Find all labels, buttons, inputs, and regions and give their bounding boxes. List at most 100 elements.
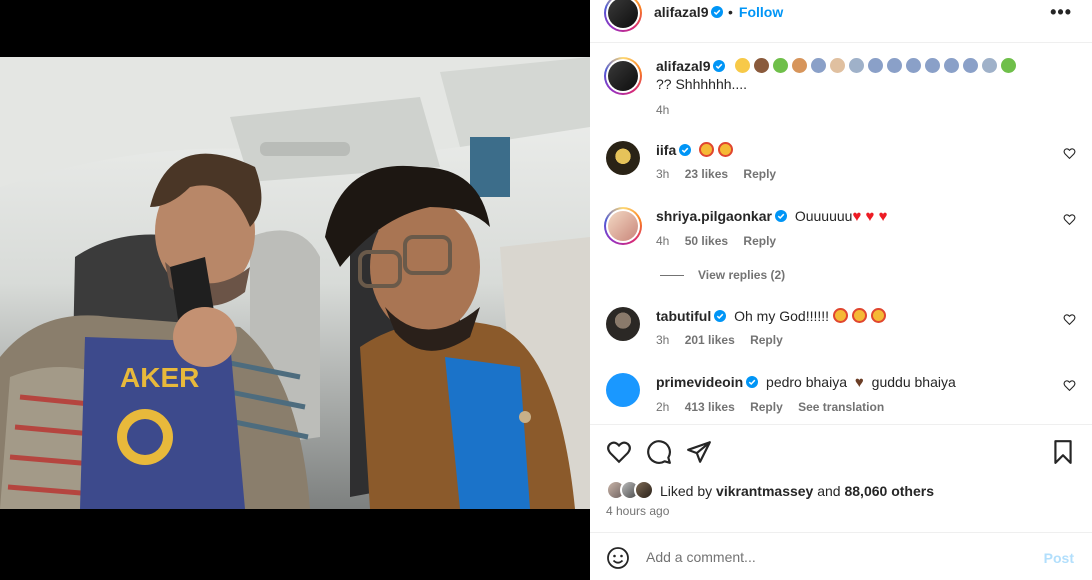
likes-summary: Liked by vikrantmassey and 88,060 others bbox=[606, 480, 1076, 502]
comment-text: iifa bbox=[656, 141, 1046, 159]
caption-meta: 4h bbox=[656, 103, 1046, 117]
comment-username[interactable]: shriya.pilgaonkar bbox=[656, 208, 772, 224]
comment-meta: 3h 201 likes Reply bbox=[656, 333, 1046, 347]
comment-meta: 2h 413 likes Reply See translation bbox=[656, 400, 1046, 414]
reply-button[interactable]: Reply bbox=[750, 400, 783, 414]
comment-bubble-icon[interactable] bbox=[646, 439, 672, 465]
like-heart-icon[interactable] bbox=[1063, 147, 1076, 160]
media-pane: AKER bbox=[0, 0, 590, 580]
timestamp[interactable]: 2h bbox=[656, 400, 669, 414]
timestamp[interactable]: 4h bbox=[656, 103, 669, 117]
likes-count[interactable]: 88,060 others bbox=[844, 483, 934, 499]
like-heart-icon[interactable] bbox=[1063, 313, 1076, 326]
posted-timestamp[interactable]: 4 hours ago bbox=[606, 504, 669, 518]
comments-list[interactable]: alifazal9 ?? Shhhhhh.... 4h iifa 3h 23 l… bbox=[590, 43, 1092, 425]
comment-meta: 4h 50 likes Reply bbox=[656, 234, 1046, 248]
rocket-emoji-icon bbox=[906, 58, 922, 73]
liked-by-text: Liked by vikrantmassey and 88,060 others bbox=[660, 483, 934, 499]
view-replies-line bbox=[660, 275, 684, 277]
comment-likes[interactable]: 413 likes bbox=[685, 400, 735, 414]
avatar[interactable] bbox=[606, 373, 640, 407]
liker-avatars[interactable] bbox=[606, 480, 660, 500]
action-bar bbox=[590, 433, 1092, 473]
star-struck-emoji-icon bbox=[832, 308, 890, 324]
comment-text: primevideoin pedro bhaiya ♥ guddu bhaiya bbox=[656, 373, 1046, 392]
avatar[interactable] bbox=[608, 61, 638, 91]
like-heart-icon[interactable] bbox=[1063, 379, 1076, 392]
emoji-picker-icon[interactable] bbox=[606, 546, 630, 570]
liked-by-and: and bbox=[817, 483, 841, 499]
rocket-emoji-icon bbox=[944, 58, 960, 73]
smile-emoji-icon bbox=[735, 58, 751, 73]
red-heart-emoji-icon: ♥ ♥ ♥ bbox=[852, 208, 888, 225]
share-send-icon[interactable] bbox=[686, 439, 712, 465]
rocket-emoji-icon bbox=[868, 58, 884, 73]
person-emoji-icon bbox=[792, 58, 808, 73]
comment-username[interactable]: iifa bbox=[656, 142, 676, 158]
brown-heart-emoji-icon: ♥ bbox=[854, 374, 864, 391]
comment-body: Ouuuuuu bbox=[794, 208, 853, 224]
timestamp[interactable]: 3h bbox=[656, 167, 669, 181]
timestamp[interactable]: 3h bbox=[656, 333, 669, 347]
view-replies-button[interactable]: View replies (2) bbox=[660, 268, 785, 282]
post-comment-button[interactable]: Post bbox=[1044, 550, 1074, 566]
author-avatar-ring[interactable] bbox=[604, 0, 642, 32]
caption-emoji-row bbox=[735, 58, 1020, 74]
comment-body: pedro bhaiya bbox=[766, 374, 847, 390]
caption-avatar-ring[interactable] bbox=[604, 57, 642, 95]
liked-by-prefix: Liked by bbox=[660, 483, 713, 499]
post-header: alifazal9 • Follow ••• bbox=[590, 0, 1092, 43]
caption-text: alifazal9 bbox=[656, 57, 1046, 75]
verified-badge-icon bbox=[679, 144, 692, 156]
comment-username[interactable]: primevideoin bbox=[656, 374, 743, 390]
caption-text-tail: ?? Shhhhhh.... bbox=[656, 76, 748, 92]
like-heart-icon[interactable] bbox=[1063, 213, 1076, 226]
verified-badge-icon bbox=[713, 60, 726, 72]
cross-emoji-icon bbox=[849, 58, 865, 73]
author-username[interactable]: alifazal9 bbox=[654, 4, 724, 20]
rocket-emoji-icon bbox=[887, 58, 903, 73]
add-comment-bar: Post bbox=[590, 532, 1092, 580]
comment-meta: 3h 23 likes Reply bbox=[656, 167, 1046, 181]
post-photo-illustration: AKER bbox=[0, 57, 590, 509]
separator-dot: • bbox=[728, 4, 733, 20]
comment-input[interactable] bbox=[646, 543, 1026, 571]
timestamp[interactable]: 4h bbox=[656, 234, 669, 248]
alien-emoji-icon bbox=[1001, 58, 1017, 73]
avatar[interactable] bbox=[608, 0, 638, 28]
svg-text:AKER: AKER bbox=[120, 362, 199, 393]
avatar[interactable] bbox=[634, 480, 654, 500]
star-struck-emoji-icon bbox=[699, 142, 737, 158]
post-photo[interactable]: AKER bbox=[0, 57, 590, 509]
cross-emoji-icon bbox=[982, 58, 998, 73]
comment-likes[interactable]: 201 likes bbox=[685, 333, 735, 347]
rocket-emoji-icon bbox=[925, 58, 941, 73]
comment-username[interactable]: tabutiful bbox=[656, 308, 711, 324]
see-translation-button[interactable]: See translation bbox=[798, 400, 884, 414]
comment-likes[interactable]: 23 likes bbox=[685, 167, 728, 181]
rocket-emoji-icon bbox=[963, 58, 979, 73]
save-bookmark-icon[interactable] bbox=[1050, 439, 1076, 465]
comment-likes[interactable]: 50 likes bbox=[685, 234, 728, 248]
more-options-icon[interactable]: ••• bbox=[1050, 2, 1072, 23]
verified-badge-icon bbox=[714, 310, 727, 322]
avatar[interactable] bbox=[606, 307, 640, 341]
liked-by-username[interactable]: vikrantmassey bbox=[716, 483, 813, 499]
reply-button[interactable]: Reply bbox=[743, 167, 776, 181]
caption-username[interactable]: alifazal9 bbox=[656, 58, 710, 74]
follow-button[interactable]: • Follow bbox=[728, 4, 783, 20]
comment-text: shriya.pilgaonkar Ouuuuuu♥ ♥ ♥ bbox=[656, 207, 1046, 226]
rocket-emoji-icon bbox=[811, 58, 827, 73]
fist-bump-emoji-icon bbox=[754, 58, 770, 73]
comment-body-tail: guddu bhaiya bbox=[871, 374, 956, 390]
avatar-ring[interactable] bbox=[604, 207, 642, 245]
avatar[interactable] bbox=[606, 141, 640, 175]
follow-label: Follow bbox=[738, 4, 784, 20]
view-replies-label: View replies (2) bbox=[698, 268, 786, 282]
reply-button[interactable]: Reply bbox=[743, 234, 776, 248]
post-sidebar: alifazal9 • Follow ••• alifazal9 ?? Shhhh… bbox=[590, 0, 1092, 580]
like-heart-icon[interactable] bbox=[606, 439, 632, 465]
verified-badge-icon bbox=[746, 376, 759, 388]
avatar[interactable] bbox=[608, 211, 638, 241]
reply-button[interactable]: Reply bbox=[750, 333, 783, 347]
